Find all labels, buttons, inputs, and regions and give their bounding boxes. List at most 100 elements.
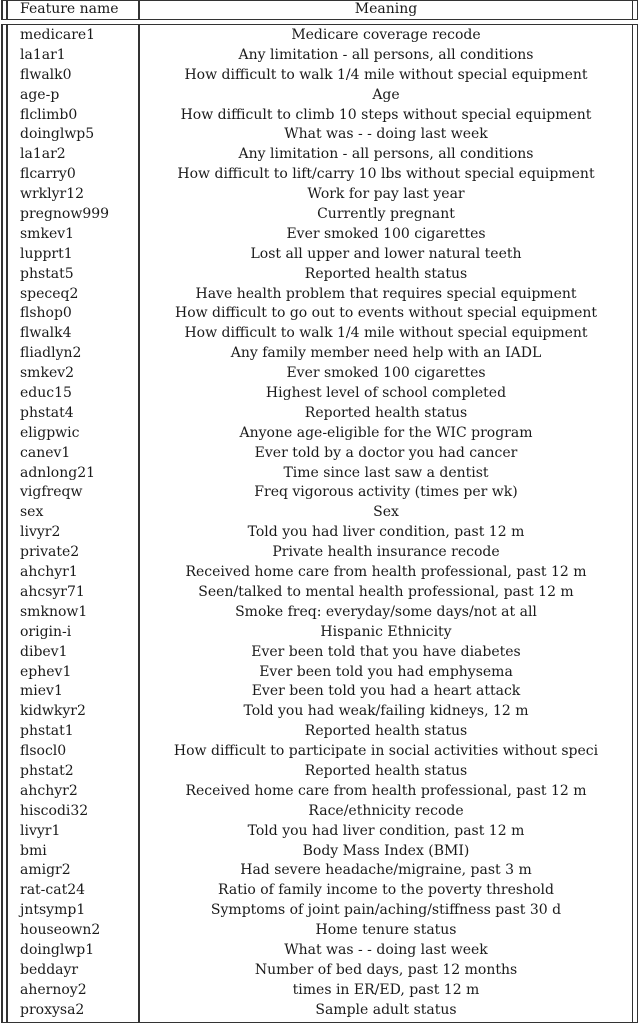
- feature-name-cell: medicare1: [20, 27, 96, 43]
- border-line: [6, 25, 8, 1022]
- feature-name-cell: amigr2: [20, 862, 71, 879]
- table-row: ephev1 Ever been told you had emphysema: [1, 663, 638, 683]
- table-row: phstat2 Reported health status: [1, 762, 638, 782]
- feature-name-cell: private2: [20, 544, 80, 561]
- meaning-cell: Freq vigorous activity (times per wk): [254, 484, 518, 501]
- feature-name-cell: phstat4: [20, 404, 74, 421]
- table-row: eligpwic Anyone age-eligible for the WIC …: [1, 424, 638, 444]
- meaning-cell: Time since last saw a dentist: [283, 464, 489, 481]
- table-row: pregnow999 Currently pregnant: [1, 205, 638, 225]
- feature-name-cell: flwalk0: [20, 66, 72, 83]
- table-row: flclimb0 How difficult to climb 10 steps …: [1, 106, 638, 126]
- table-row: flshop0 How difficult to go out to events…: [1, 304, 638, 324]
- table-row: smkev2 Ever smoked 100 cigarettes: [1, 364, 638, 384]
- table-row: origin-i Hispanic Ethnicity: [1, 623, 638, 643]
- border-line: [631, 1, 633, 19]
- meaning-cell: Lost all upper and lower natural teeth: [250, 245, 522, 262]
- feature-name-cell: livyr1: [20, 822, 61, 839]
- meaning-cell: How difficult to climb 10 steps without …: [180, 106, 592, 123]
- meaning-cell: Ratio of family income to the poverty th…: [218, 882, 554, 899]
- meaning-cell: How difficult to participate in social a…: [173, 743, 599, 760]
- feature-name-cell: smkev1: [20, 225, 75, 242]
- table-row: wrklyr12 Work for pay last year: [1, 185, 638, 205]
- table-row: livyr1 Told you had liver condition, past…: [1, 822, 638, 842]
- table-row: proxysa2 Sample adult status: [1, 1001, 638, 1021]
- feature-name-cell: phstat2: [20, 762, 74, 779]
- feature-name-cell: lupprt1: [20, 245, 73, 262]
- meaning-cell: How difficult to walk 1/4 mile without s…: [184, 66, 588, 83]
- meaning-cell: Age: [372, 86, 400, 103]
- table-row: fliadlyn2 Any family member need help wit…: [1, 344, 638, 364]
- meaning-cell: Home tenure status: [315, 922, 457, 939]
- table-row: la1ar1 Any limitation - all persons, all …: [1, 46, 638, 66]
- meaning-cell: Currently pregnant: [317, 206, 455, 223]
- table-row: lupprt1 Lost all upper and lower natural …: [1, 245, 638, 265]
- feature-name-cell: livyr2: [20, 524, 61, 541]
- column-divider: [138, 1, 140, 19]
- border-line: [636, 1, 638, 19]
- meaning-cell: Had severe headache/migraine, past 3 m: [240, 862, 532, 879]
- table-row: smkev1 Ever smoked 100 cigarettes: [1, 225, 638, 245]
- table-row: ahchyr2 Received home care from health pr…: [1, 782, 638, 802]
- table-row: dibev1 Ever been told that you have diabe…: [1, 643, 638, 663]
- feature-name-cell: houseown2: [20, 922, 101, 939]
- feature-name-cell: ahchyr1: [20, 564, 78, 581]
- meaning-cell: Ever been told you had a heart attack: [251, 683, 521, 700]
- meaning-cell: Any family member need help with an IADL: [230, 345, 542, 362]
- feature-name-cell: flcarry0: [20, 166, 76, 183]
- table-row: adnlong21 Time since last saw a dentist: [1, 464, 638, 484]
- feature-name-cell: proxysa2: [20, 1001, 85, 1018]
- feature-table: Feature name Meaning medicare1 Medicare c…: [1, 0, 638, 1023]
- table-row: flsocl0 How difficult to participate in s…: [1, 742, 638, 762]
- meaning-cell: How difficult to go out to events withou…: [174, 305, 598, 322]
- feature-name-cell: flshop0: [20, 305, 72, 322]
- table-row: livyr2 Told you had liver condition, past…: [1, 523, 638, 543]
- feature-name-cell: speceq2: [20, 285, 79, 302]
- feature-name-cell: ephev1: [20, 663, 72, 680]
- meaning-cell: How difficult to lift/carry 10 lbs witho…: [177, 166, 595, 183]
- table-row: la1ar2 Any limitation - all persons, all …: [1, 145, 638, 165]
- meaning-cell: Ever smoked 100 cigarettes: [286, 225, 486, 242]
- meaning-cell: Anyone age-eligible for the WIC program: [239, 424, 533, 441]
- meaning-cell: Seen/talked to mental health professiona…: [198, 583, 574, 600]
- table-row: age-p Age: [1, 86, 638, 106]
- feature-name-cell: bmi: [20, 842, 47, 859]
- meaning-cell: Reported health status: [304, 762, 468, 779]
- meaning-cell: What was - - doing last week: [284, 126, 488, 143]
- table-row: jntsymp1 Symptoms of joint pain/aching/st…: [1, 901, 638, 921]
- meaning-cell: Told you had liver condition, past 12 m: [247, 524, 525, 541]
- border-line: [631, 25, 633, 1022]
- feature-name-cell: dibev1: [20, 643, 68, 660]
- table-row: kidwkyr2 Told you had weak/failing kidney…: [1, 702, 638, 722]
- feature-name-cell: canev1: [20, 444, 71, 461]
- table-row: sex Sex: [1, 503, 638, 523]
- meaning-cell: Ever been told you had emphysema: [259, 663, 513, 680]
- feature-name-cell: flclimb0: [20, 106, 78, 123]
- table-row: ahchyr1 Received home care from health pr…: [1, 563, 638, 583]
- header-row: Feature name Meaning: [1, 1, 638, 18]
- feature-name-cell: beddayr: [20, 961, 79, 978]
- border-line: [636, 25, 638, 1022]
- feature-name-cell: adnlong21: [20, 464, 96, 481]
- meaning-cell: Symptoms of joint pain/aching/stiffness …: [210, 902, 562, 919]
- feature-name-cell: la1ar1: [20, 46, 66, 63]
- table-row: educ15 Highest level of school completed: [1, 384, 638, 404]
- table-row: flwalk4 How difficult to walk 1/4 mile wi…: [1, 324, 638, 344]
- feature-name-cell: ahcsyr71: [20, 583, 85, 600]
- feature-name-cell: miev1: [20, 683, 63, 700]
- table-rows: medicare1 Medicare coverage recode la1ar1 A…: [1, 25, 638, 1022]
- table-body: medicare1 Medicare coverage recode la1ar1 A…: [1, 24, 638, 1023]
- meaning-cell: Reported health status: [304, 723, 468, 740]
- feature-name-cell: la1ar2: [20, 146, 66, 163]
- table-row: rat-cat24 Ratio of family income to the p…: [1, 881, 638, 901]
- table-row: hiscodi32 Race/ethnicity recode: [1, 802, 638, 822]
- table-row: beddayr Number of bed days, past 12 month…: [1, 961, 638, 981]
- meaning-cell: How difficult to walk 1/4 mile without s…: [184, 325, 588, 342]
- meaning-cell: Sex: [373, 504, 399, 521]
- table-row: bmi Body Mass Index (BMI): [1, 842, 638, 862]
- feature-name-cell: pregnow999: [20, 206, 110, 223]
- header-feature-name: Feature name: [20, 1, 119, 17]
- meaning-cell: Told you had liver condition, past 12 m: [247, 822, 525, 839]
- border-line: [6, 1, 8, 19]
- feature-name-cell: ahchyr2: [20, 782, 78, 799]
